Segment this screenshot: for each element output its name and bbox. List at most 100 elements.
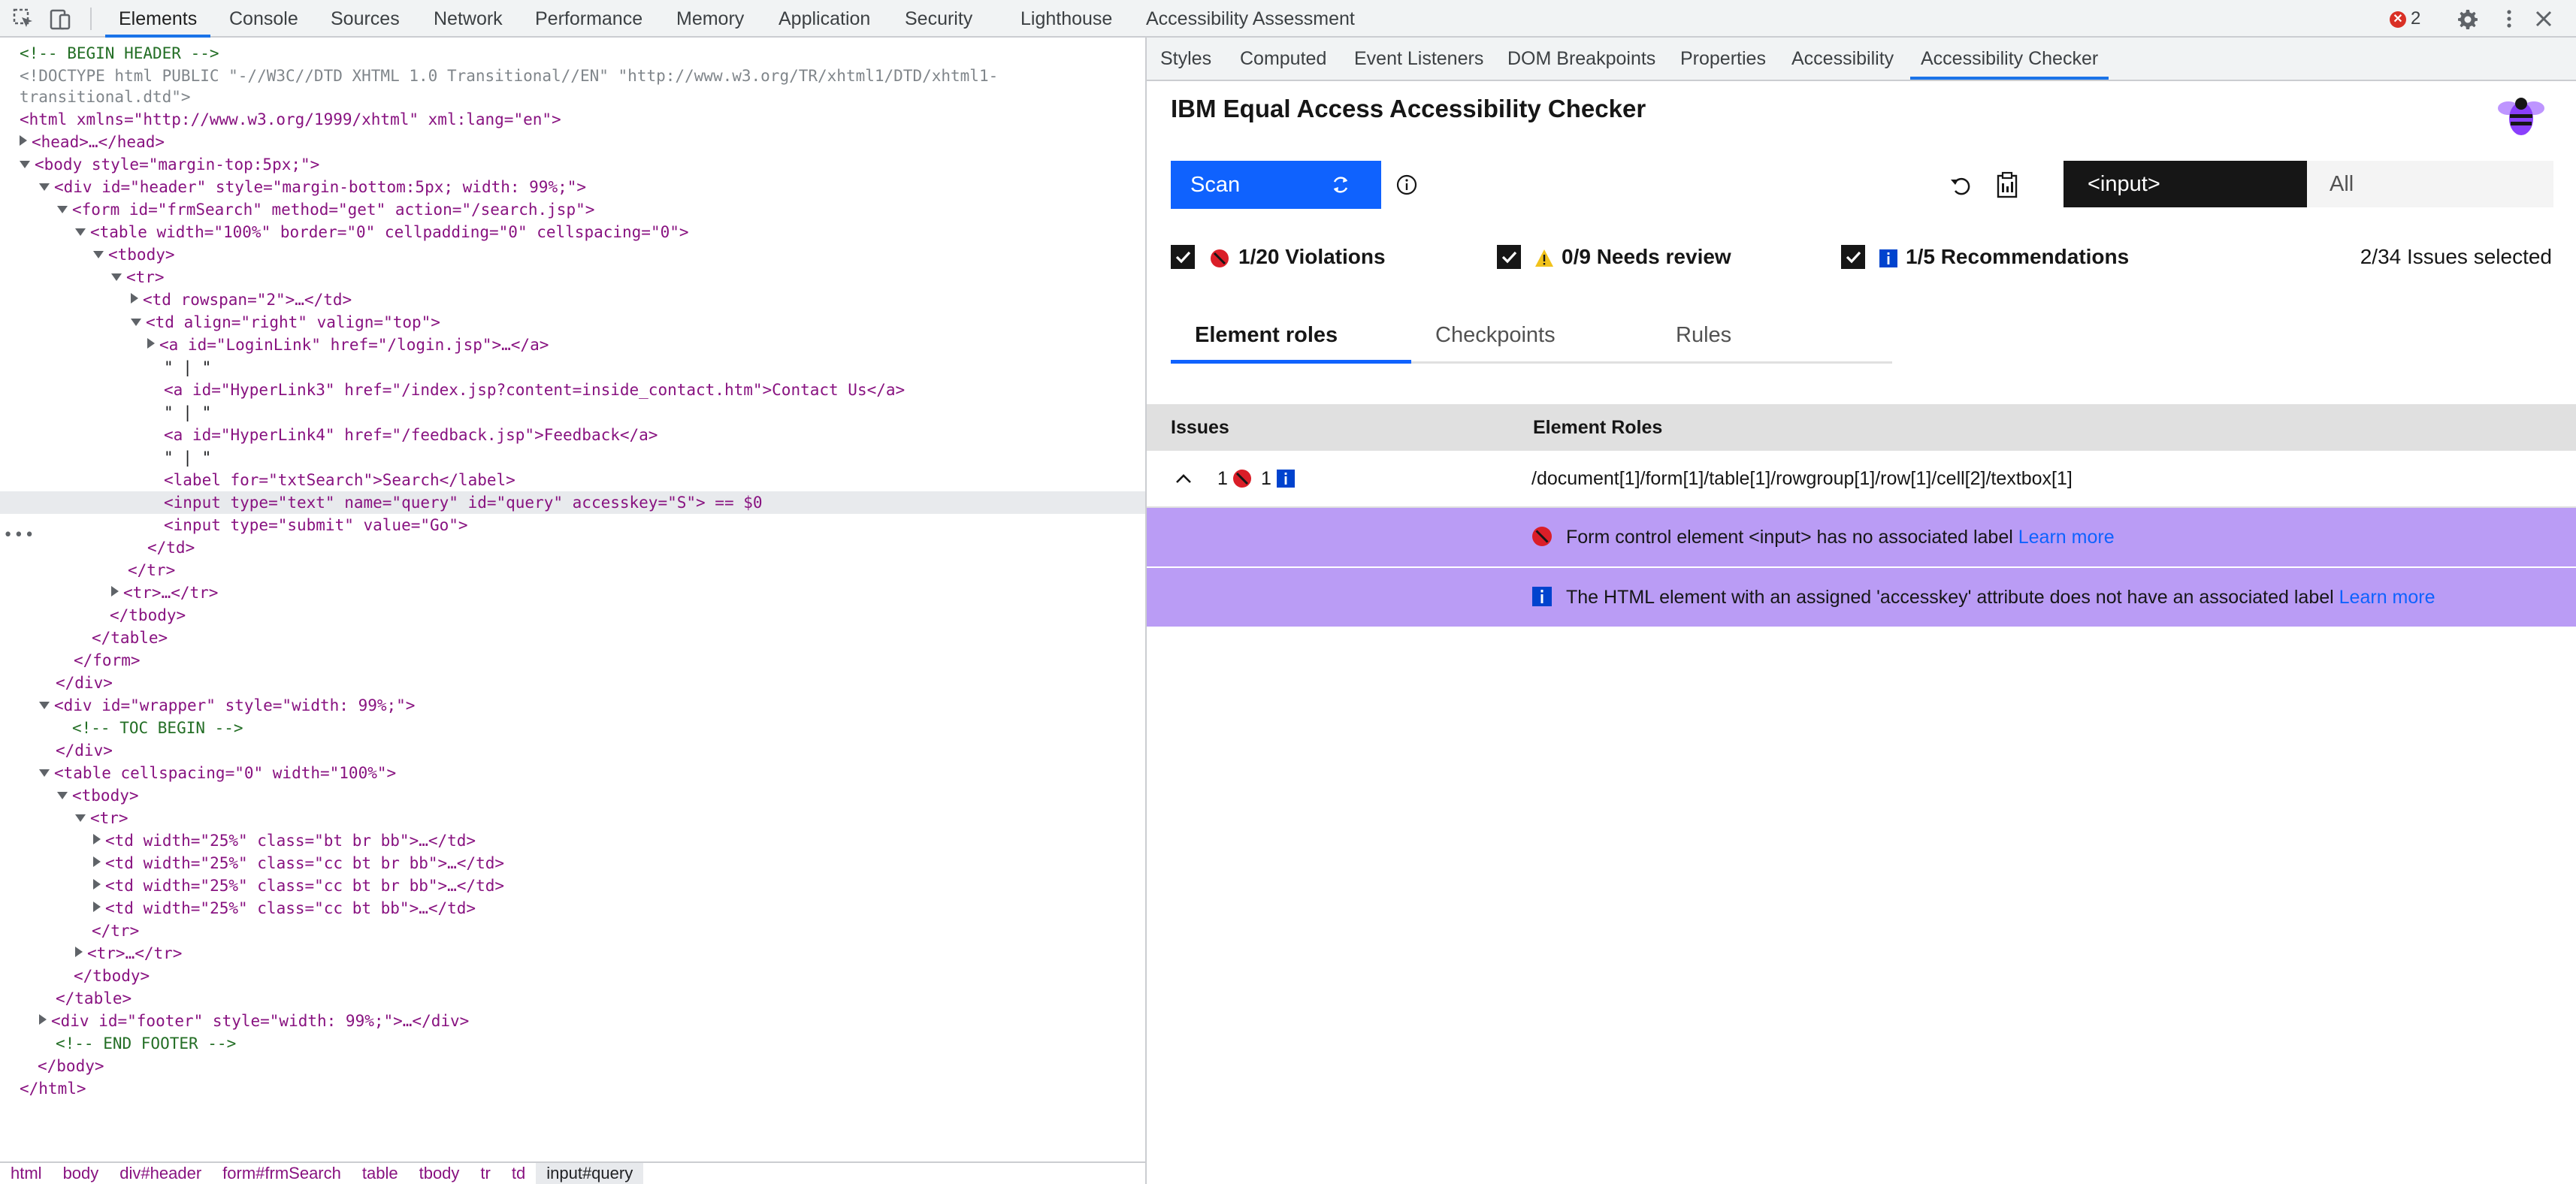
breadcrumb-item[interactable]: td [501,1163,536,1184]
dom-line[interactable]: <div id="footer" style="width: 99%;">…</… [0,1010,1145,1032]
expand-arrow-icon[interactable] [93,856,101,867]
scan-button[interactable]: Scan [1171,161,1381,209]
collapse-arrow-icon[interactable] [20,161,30,168]
dom-line[interactable]: </table> [0,627,1145,649]
tab-checkpoints[interactable]: Checkpoints [1411,307,1652,364]
checkbox-checked-icon[interactable] [1841,245,1865,269]
collapse-arrow-icon[interactable] [111,273,122,281]
breadcrumb-item[interactable]: div#header [109,1163,212,1184]
close-icon[interactable] [2532,8,2555,30]
tab-performance[interactable]: Performance [535,0,642,36]
dom-line[interactable]: <tr> [0,807,1145,829]
breadcrumb-item[interactable]: form#frmSearch [212,1163,352,1184]
checkbox-checked-icon[interactable] [1171,245,1195,269]
learn-more-link[interactable]: Learn more [2339,587,2435,608]
tab-application[interactable]: Application [779,0,870,36]
dom-line[interactable]: </div> [0,739,1145,762]
tab-elements[interactable]: Elements [104,0,211,38]
expand-arrow-icon[interactable] [20,135,27,146]
issue-item-recommendation[interactable]: The HTML element with an assigned 'acces… [1147,568,2576,627]
dom-line[interactable]: <!-- TOC BEGIN --> [0,717,1145,739]
dom-line[interactable]: <td width="25%" class="cc bt br bb">…</t… [0,852,1145,874]
dom-line[interactable]: <!-- END FOOTER --> [0,1032,1145,1055]
tab-memory[interactable]: Memory [676,0,744,36]
dom-line[interactable]: </form> [0,649,1145,672]
dom-line[interactable]: <tbody> [0,784,1145,807]
chevron-up-icon[interactable] [1175,473,1192,484]
dom-line[interactable]: <a id="LoginLink" href="/login.jsp">…</a… [0,334,1145,356]
dom-line[interactable]: <body style="margin-top:5px;"> [0,153,1145,176]
breadcrumb-item[interactable]: html [0,1163,53,1184]
dom-line[interactable]: transitional.dtd"> [0,86,1145,108]
dom-line[interactable]: <label for="txtSearch">Search</label> [0,469,1145,491]
dom-line[interactable]: </tbody> [0,965,1145,987]
dom-line[interactable]: </td> [0,536,1145,559]
tab-event-listeners[interactable]: Event Listeners [1354,38,1483,80]
dom-line[interactable]: " | " [0,401,1145,424]
dom-line-selected[interactable]: <input type="text" name="query" id="quer… [0,491,1145,514]
focus-selected-element-toggle[interactable]: <input> [2064,161,2307,207]
collapse-arrow-icon[interactable] [39,183,50,191]
breadcrumb-item[interactable]: body [53,1163,110,1184]
dom-line[interactable]: <input type="submit" value="Go"> [0,514,1145,536]
dom-line[interactable]: </div> [0,672,1145,694]
node-actions-icon[interactable]: ••• [3,526,35,545]
collapse-arrow-icon[interactable] [39,702,50,709]
tab-properties[interactable]: Properties [1680,38,1766,80]
tab-accessibility-checker[interactable]: Accessibility Checker [1909,38,2109,80]
error-count-badge[interactable]: ✕ 2 [2390,9,2420,29]
report-icon[interactable] [1994,171,2020,198]
dom-line[interactable]: <td width="25%" class="cc bt bb">…</td> [0,897,1145,920]
dom-line[interactable]: <td align="right" valign="top"> [0,311,1145,334]
tab-computed[interactable]: Computed [1240,38,1326,80]
dom-line[interactable]: </tr> [0,920,1145,942]
dom-line[interactable]: <head>…</head> [0,131,1145,153]
expand-arrow-icon[interactable] [93,834,101,844]
filter-needs-review[interactable]: 0/9 Needs review [1497,242,1752,272]
inspect-icon[interactable] [11,6,36,32]
checkbox-checked-icon[interactable] [1497,245,1521,269]
more-vert-icon[interactable] [2498,8,2520,30]
dom-line[interactable]: <div id="header" style="margin-bottom:5p… [0,176,1145,198]
dom-line[interactable]: </tbody> [0,604,1145,627]
tab-rules[interactable]: Rules [1652,307,1892,364]
dom-line[interactable]: <a id="HyperLink3" href="/index.jsp?cont… [0,379,1145,401]
dom-line[interactable]: <a id="HyperLink4" href="/feedback.jsp">… [0,424,1145,446]
tab-accessibility[interactable]: Accessibility [1791,38,1894,80]
tab-console[interactable]: Console [229,0,298,36]
dom-line[interactable]: <tr>…</tr> [0,581,1145,604]
collapse-arrow-icon[interactable] [75,814,86,822]
device-toggle-icon[interactable] [48,6,74,32]
tab-security[interactable]: Security [905,0,972,36]
dom-line[interactable]: <td width="25%" class="bt br bb">…</td> [0,829,1145,852]
table-row[interactable]: 1 1 /document[1]/form[1]/table[1]/rowgro… [1147,451,2576,508]
collapse-arrow-icon[interactable] [93,251,104,258]
dom-line[interactable]: <table cellspacing="0" width="100%"> [0,762,1145,784]
dom-line[interactable]: <div id="wrapper" style="width: 99%;"> [0,694,1145,717]
collapse-arrow-icon[interactable] [39,769,50,777]
filter-recommendations[interactable]: 1/5 Recommendations [1841,242,2157,272]
tab-network[interactable]: Network [434,0,503,36]
tab-styles[interactable]: Styles [1160,38,1211,80]
settings-icon[interactable] [2456,8,2478,30]
dom-line[interactable]: " | " [0,446,1145,469]
dom-line[interactable]: <tr> [0,266,1145,288]
info-icon[interactable] [1395,173,1419,197]
breadcrumb-item[interactable]: tr [470,1163,500,1184]
dom-line[interactable]: </table> [0,987,1145,1010]
dom-line[interactable]: </html> [0,1077,1145,1100]
collapse-arrow-icon[interactable] [57,206,68,213]
collapse-arrow-icon[interactable] [57,792,68,799]
tab-sources[interactable]: Sources [331,0,400,36]
dom-line[interactable]: <html xmlns="http://www.w3.org/1999/xhtm… [0,108,1145,131]
filter-violations[interactable]: 1/20 Violations [1171,242,1411,272]
collapse-arrow-icon[interactable] [131,319,141,326]
dom-line[interactable]: </tr> [0,559,1145,581]
dom-line[interactable]: <tr>…</tr> [0,942,1145,965]
tab-dom-breakpoints[interactable]: DOM Breakpoints [1507,38,1655,80]
expand-arrow-icon[interactable] [131,293,138,304]
dom-line[interactable]: <form id="frmSearch" method="get" action… [0,198,1145,221]
dom-line[interactable]: <table width="100%" border="0" cellpaddi… [0,221,1145,243]
focus-all-toggle[interactable]: All [2307,161,2553,207]
learn-more-link[interactable]: Learn more [2018,527,2115,548]
